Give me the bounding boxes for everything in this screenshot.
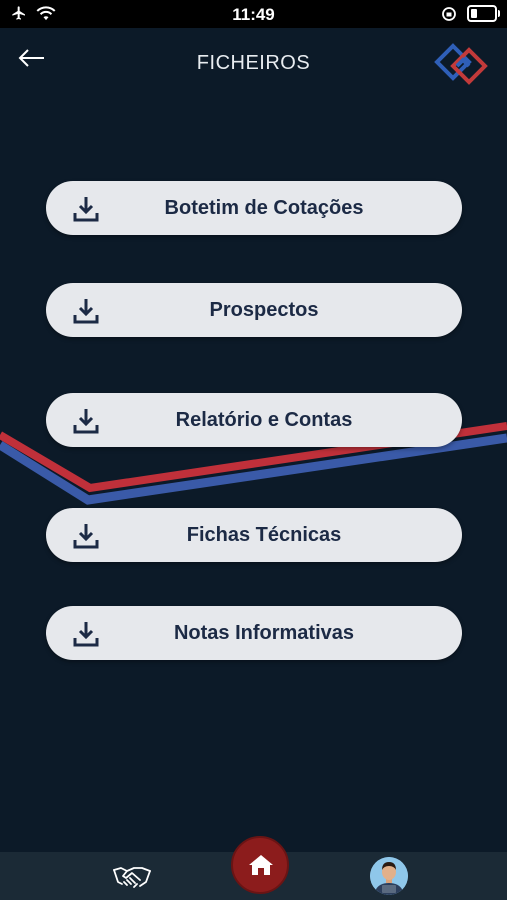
file-button-label: Notas Informativas [173,621,355,644]
header: FICHEIROS [0,28,507,100]
status-time: 11:49 [232,5,275,24]
avatar[interactable] [370,857,408,895]
download-icon [73,197,99,222]
app-logo [434,43,488,85]
file-button-boletim[interactable]: Botetim de Cotações [46,181,462,235]
home-icon [249,855,273,875]
status-bar: 11:49 [0,0,507,28]
file-button-label: Botetim de Cotações [164,196,364,219]
download-icon [73,409,99,434]
page-title: FICHEIROS [196,52,311,74]
status-right [441,5,500,22]
file-button-notas[interactable]: Notas Informativas [46,606,462,660]
download-icon [73,622,99,647]
user-avatar-image [370,857,408,895]
orientation-lock-icon [442,6,456,21]
handshake-icon[interactable] [112,862,152,892]
decorative-chart-lines [0,422,507,505]
battery-icon [467,5,500,22]
home-button[interactable] [231,836,289,894]
download-icon [73,299,99,324]
file-button-prospectos[interactable]: Prospectos [46,283,462,337]
download-icon [73,524,99,549]
file-button-label: Fichas Técnicas [186,523,342,546]
file-button-label: Prospectos [209,298,319,321]
file-button-fichas[interactable]: Fichas Técnicas [46,508,462,562]
file-button-relatorio[interactable]: Relatório e Contas [46,393,462,447]
file-button-label: Relatório e Contas [175,408,353,431]
